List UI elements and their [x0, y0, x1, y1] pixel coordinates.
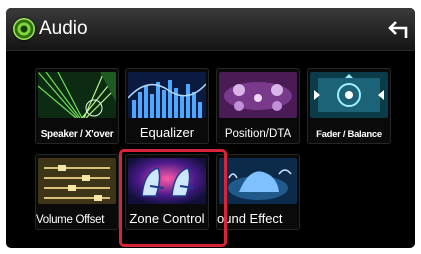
equalizer-icon [128, 72, 206, 118]
sound-effect-icon [219, 158, 297, 204]
fader-balance-button[interactable]: Fader / Balance [307, 68, 391, 144]
fader-balance-label: Fader / Balance [316, 129, 382, 140]
volume-offset-icon [38, 158, 116, 204]
equalizer-button[interactable]: Equalizer [125, 68, 209, 144]
speaker-icon [13, 18, 35, 40]
back-arrow-icon[interactable] [387, 21, 409, 39]
header-bar: Audio [6, 8, 415, 51]
volume-offset-label: Volume Offset [36, 214, 105, 226]
speaker-xover-button[interactable]: Speaker / X'over [35, 68, 119, 144]
audio-screen: Audio Speaker / X'over Equalizer Positio… [6, 8, 415, 248]
speaker-xover-label: Speaker / X'over [40, 129, 114, 140]
volume-offset-button[interactable]: Volume Offset [35, 154, 119, 230]
position-dta-label: Position/DTA [224, 128, 292, 140]
sound-effect-button[interactable]: ound Effect [216, 154, 300, 230]
menu-grid: Speaker / X'over Equalizer Position/DTA … [6, 50, 415, 248]
speaker-crossover-icon [38, 72, 116, 118]
sound-effect-label: ound Effect [217, 211, 283, 226]
page-title: Audio [39, 18, 88, 39]
fader-balance-icon [310, 72, 388, 118]
equalizer-label: Equalizer [139, 125, 195, 140]
position-dta-button[interactable]: Position/DTA [216, 68, 300, 144]
selection-highlight [119, 149, 227, 247]
position-dta-icon [219, 72, 297, 118]
